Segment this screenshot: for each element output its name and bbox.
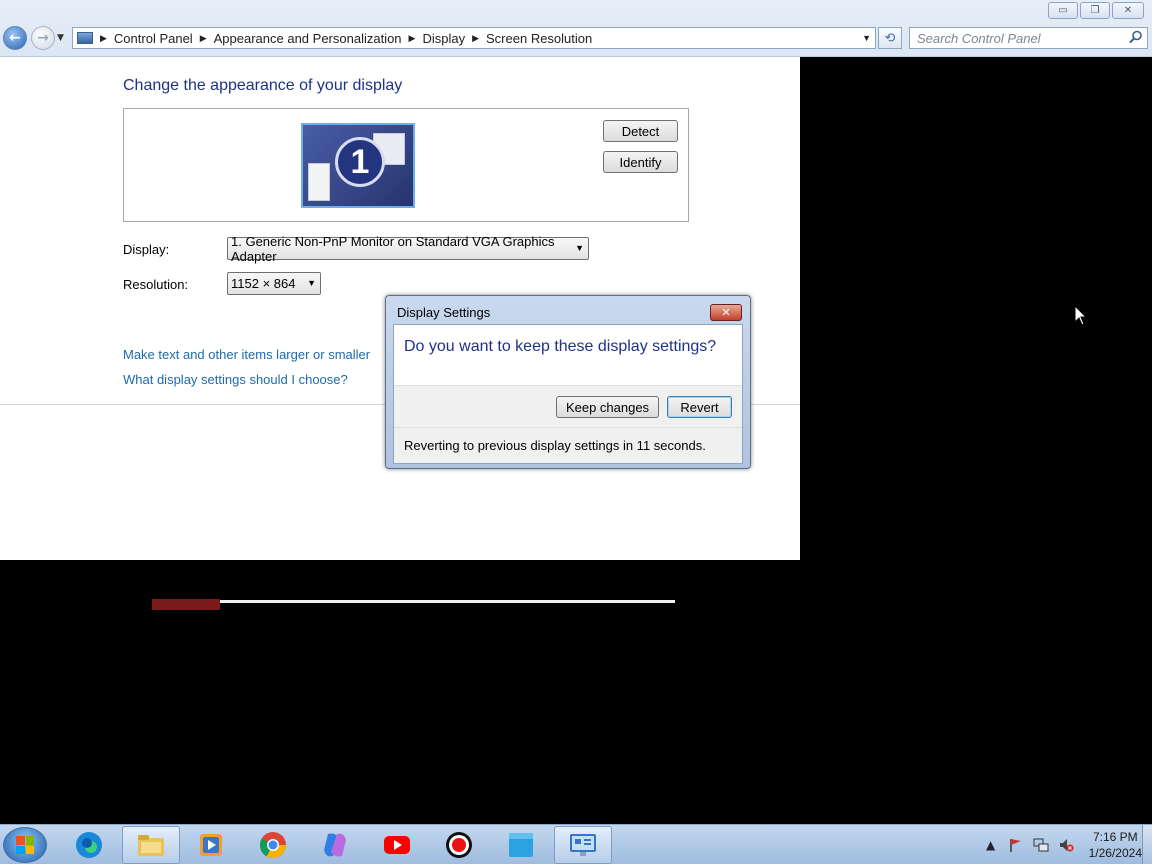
dialog-question: Do you want to keep these display settin… (404, 338, 717, 355)
recent-pages-dropdown[interactable]: ▼ (57, 33, 64, 43)
folder-icon (509, 833, 533, 857)
address-bar[interactable]: ▶ Control Panel ▶ Appearance and Persona… (72, 27, 876, 49)
edge-icon (76, 832, 102, 858)
action-center-flag-icon[interactable] (1008, 837, 1024, 853)
dialog-title: Display Settings (397, 305, 491, 320)
text-size-link[interactable]: Make text and other items larger or smal… (123, 347, 370, 362)
mouse-cursor-icon (1074, 305, 1088, 326)
taskbar-youtube[interactable] (368, 826, 426, 864)
search-placeholder: Search Control Panel (917, 30, 1041, 46)
breadcrumb-control-panel[interactable]: Control Panel (114, 31, 193, 46)
window-controls: ▭ ❐ ✕ (1048, 2, 1144, 19)
address-dropdown-icon[interactable]: ▼ (862, 33, 871, 43)
resolution-label: Resolution: (123, 277, 189, 292)
identify-button[interactable]: Identify (603, 151, 678, 173)
revert-progress-fill (152, 599, 220, 610)
breadcrumb-appearance[interactable]: Appearance and Personalization (214, 31, 402, 46)
minimize-icon: ▭ (1058, 5, 1068, 16)
screen: ▭ ❐ ✕ ← → ▼ ▶ Control Panel ▶ Appearance… (0, 0, 1152, 864)
back-arrow-icon: ← (9, 30, 21, 46)
window-toolbar: ▭ ❐ ✕ ← → ▼ ▶ Control Panel ▶ Appearance… (0, 0, 1152, 57)
monitor-number-badge: 1 (335, 137, 385, 187)
revert-progress-track (152, 600, 675, 603)
taskbar-edge[interactable] (60, 826, 118, 864)
start-button[interactable] (3, 827, 47, 863)
close-window-button[interactable]: ✕ (1112, 2, 1144, 19)
display-select-value: 1. Generic Non-PnP Monitor on Standard V… (231, 233, 555, 264)
taskbar: ▲ 7:16 PM 1/26/2024 (0, 824, 1152, 864)
revert-button[interactable]: Revert (667, 396, 732, 418)
clock-date: 1/26/2024 (1088, 846, 1142, 860)
revert-countdown-text: Reverting to previous display settings i… (404, 438, 706, 453)
breadcrumb-screen-resolution[interactable]: Screen Resolution (486, 31, 592, 46)
system-tray: ▲ 7:16 PM 1/26/2024 (983, 829, 1142, 861)
display-settings-dialog: Display Settings ✕ Do you want to keep t… (385, 295, 751, 469)
resolution-select[interactable]: 1152 × 864 ▼ (227, 272, 321, 295)
refresh-button[interactable]: ⟲ (878, 27, 902, 49)
chevron-down-icon: ▼ (575, 243, 584, 253)
back-button[interactable]: ← (3, 26, 27, 50)
close-icon: ✕ (721, 306, 731, 319)
youtube-icon (384, 836, 410, 854)
record-icon (446, 832, 472, 858)
monitor-preview-area: 1 Detect Identify (123, 108, 689, 222)
breadcrumb-display[interactable]: Display (422, 31, 465, 46)
show-hidden-icons-icon[interactable]: ▲ (983, 837, 999, 853)
taskbar-recorder[interactable] (430, 826, 488, 864)
search-input[interactable]: Search Control Panel (909, 27, 1148, 49)
taskbar-folder[interactable] (492, 826, 550, 864)
mini-window-graphic (308, 163, 330, 201)
page-title: Change the appearance of your display (123, 77, 403, 94)
media-player-icon (200, 834, 222, 856)
show-desktop-button[interactable] (1142, 825, 1152, 864)
taskbar-file-explorer[interactable] (122, 826, 180, 864)
network-icon[interactable] (1033, 837, 1049, 853)
display-select[interactable]: 1. Generic Non-PnP Monitor on Standard V… (227, 234, 589, 264)
display-help-link[interactable]: What display settings should I choose? (123, 372, 348, 387)
clock[interactable]: 7:16 PM 1/26/2024 (1089, 829, 1142, 861)
file-explorer-icon (138, 835, 164, 856)
monitor-1-thumbnail[interactable]: 1 (301, 123, 415, 208)
resolution-select-value: 1152 × 864 (231, 276, 296, 291)
restore-icon: ❐ (1090, 5, 1100, 16)
restore-button[interactable]: ❐ (1080, 2, 1110, 19)
windows-logo-icon (16, 836, 34, 854)
taskbar-copilot[interactable] (306, 826, 364, 864)
chevron-down-icon: ▼ (307, 278, 316, 288)
search-icon[interactable] (1129, 30, 1143, 44)
dialog-body: Do you want to keep these display settin… (393, 324, 743, 464)
dialog-close-button[interactable]: ✕ (710, 304, 742, 321)
copilot-icon (324, 833, 346, 857)
taskbar-chrome[interactable] (244, 826, 302, 864)
computer-icon (77, 32, 93, 44)
clock-time: 7:16 PM (1092, 830, 1138, 844)
forward-arrow-icon: → (37, 30, 49, 46)
volume-muted-icon[interactable] (1058, 837, 1074, 853)
refresh-icon: ⟲ (884, 30, 896, 46)
display-label: Display: (123, 242, 170, 257)
dialog-button-area: Keep changes Revert (394, 385, 742, 427)
detect-button[interactable]: Detect (603, 120, 678, 142)
control-panel-icon (570, 834, 596, 856)
breadcrumb-arrow-icon[interactable]: ▶ (409, 33, 416, 44)
keep-changes-button[interactable]: Keep changes (556, 396, 659, 418)
forward-button[interactable]: → (31, 26, 55, 50)
minimize-button[interactable]: ▭ (1048, 2, 1078, 19)
taskbar-media-player[interactable] (182, 826, 240, 864)
breadcrumb-arrow-icon[interactable]: ▶ (472, 33, 479, 44)
close-icon: ✕ (1123, 5, 1133, 16)
breadcrumb-arrow-icon[interactable]: ▶ (200, 33, 207, 44)
breadcrumb-arrow-icon[interactable]: ▶ (100, 33, 107, 44)
taskbar-control-panel[interactable] (554, 826, 612, 864)
chrome-icon (259, 832, 287, 859)
dialog-status-area: Reverting to previous display settings i… (394, 427, 742, 463)
